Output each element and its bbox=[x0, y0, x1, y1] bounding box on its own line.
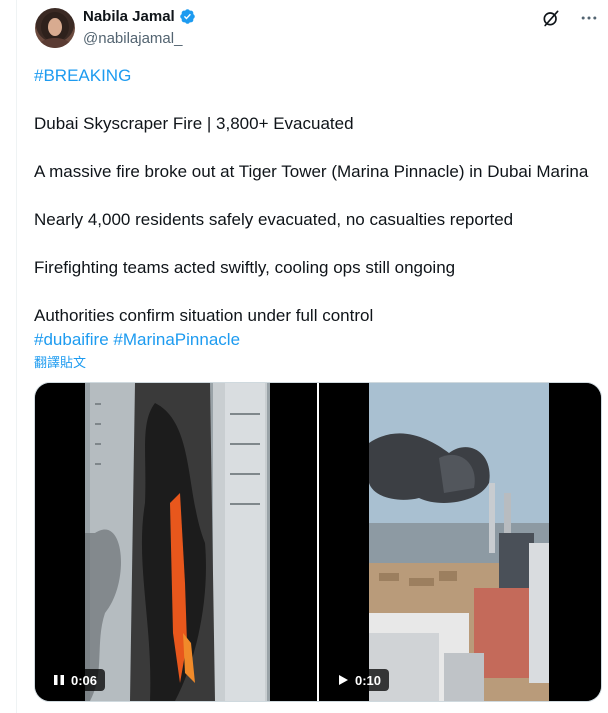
post-paragraph: A massive fire broke out at Tiger Tower … bbox=[34, 162, 589, 181]
author-name-row: Nabila Jamal bbox=[83, 8, 196, 25]
post-headline: Dubai Skyscraper Fire | 3,800+ Evacuated bbox=[34, 114, 354, 133]
avatar-shirt bbox=[39, 38, 71, 48]
top-right-actions bbox=[541, 8, 599, 28]
pause-icon[interactable] bbox=[53, 674, 65, 686]
video-thumbnail bbox=[319, 383, 601, 701]
verified-badge-icon bbox=[179, 9, 195, 24]
translate-post-link[interactable]: 翻譯貼文 bbox=[34, 352, 86, 371]
tweet: Nabila Jamal @nabilajamal_ #BREAKING Dub… bbox=[16, 0, 608, 713]
video-timer: 0:10 bbox=[329, 669, 390, 691]
grok-icon[interactable] bbox=[541, 8, 561, 28]
avatar[interactable] bbox=[35, 8, 75, 48]
media-grid: 0:06 0:10 bbox=[34, 382, 602, 702]
author-display-name[interactable]: Nabila Jamal bbox=[83, 8, 175, 25]
video-thumbnail bbox=[35, 383, 317, 701]
post-hashtags[interactable]: #dubaifire #MarinaPinnacle bbox=[34, 328, 604, 352]
video-time: 0:06 bbox=[71, 672, 98, 688]
post-paragraph: Firefighting teams acted swiftly, coolin… bbox=[34, 258, 456, 277]
post-body: #BREAKING Dubai Skyscraper Fire | 3,800+… bbox=[34, 64, 604, 352]
more-icon[interactable] bbox=[579, 8, 599, 28]
video-player-2[interactable]: 0:10 bbox=[319, 383, 601, 701]
video-timer: 0:06 bbox=[45, 669, 106, 691]
post-paragraph: Authorities confirm situation under full… bbox=[34, 306, 374, 325]
play-icon[interactable] bbox=[337, 674, 349, 686]
post-paragraph: Nearly 4,000 residents safely evacuated,… bbox=[34, 210, 514, 229]
avatar-face bbox=[48, 18, 62, 36]
video-time: 0:10 bbox=[355, 672, 382, 688]
video-player-1[interactable]: 0:06 bbox=[35, 383, 317, 701]
breaking-hashtag[interactable]: #BREAKING bbox=[34, 64, 604, 88]
author-handle[interactable]: @nabilajamal_ bbox=[83, 30, 182, 47]
